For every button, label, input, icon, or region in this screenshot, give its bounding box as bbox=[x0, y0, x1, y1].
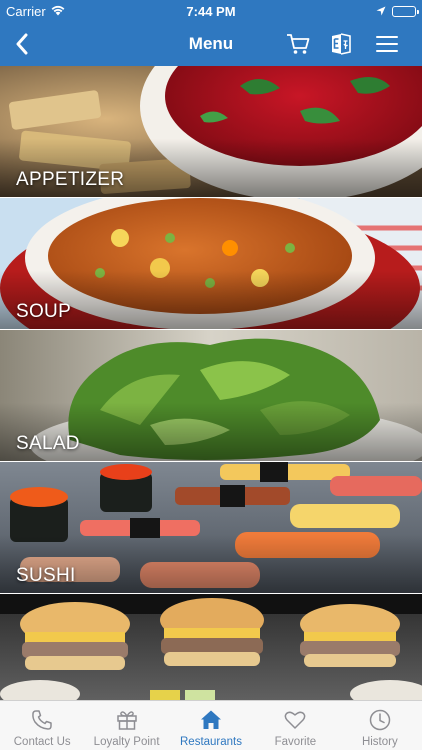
page-title: Menu bbox=[188, 34, 234, 53]
carrier-label: Carrier bbox=[6, 3, 46, 19]
clock-icon bbox=[368, 708, 392, 732]
tab-bar: Contact Us Loyalty Point Restaurants Fav… bbox=[0, 700, 422, 750]
category-burgers[interactable] bbox=[0, 594, 422, 700]
hamburger-menu-button[interactable] bbox=[372, 22, 402, 66]
tab-label: Restaurants bbox=[180, 736, 243, 748]
category-label: APPETIZER bbox=[16, 169, 125, 190]
tab-label: Loyalty Point bbox=[93, 736, 160, 748]
phone-icon bbox=[30, 708, 54, 732]
gift-icon bbox=[115, 708, 139, 732]
tab-favorite[interactable]: Favorite bbox=[253, 701, 337, 750]
tab-label: History bbox=[361, 736, 398, 748]
language-button[interactable] bbox=[326, 22, 356, 66]
tab-label: Favorite bbox=[274, 736, 317, 748]
hamburger-icon bbox=[376, 36, 398, 52]
battery-icon bbox=[392, 5, 419, 17]
category-soup[interactable]: SOUP bbox=[0, 198, 422, 330]
category-salad[interactable]: SALAD bbox=[0, 330, 422, 462]
nav-bar: Menu bbox=[0, 22, 422, 66]
tab-history[interactable]: History bbox=[338, 701, 422, 750]
cart-button[interactable] bbox=[282, 22, 314, 66]
status-bar: Carrier 7:44 PM bbox=[0, 0, 422, 22]
category-label: SUSHI bbox=[16, 565, 76, 586]
home-icon bbox=[199, 708, 223, 732]
category-appetizer[interactable]: APPETIZER bbox=[0, 66, 422, 198]
tab-contact-us[interactable]: Contact Us bbox=[0, 701, 84, 750]
category-label: SALAD bbox=[16, 433, 80, 454]
status-left: Carrier bbox=[6, 4, 65, 19]
category-label: SOUP bbox=[16, 301, 72, 322]
wifi-icon bbox=[51, 4, 65, 19]
cart-icon bbox=[287, 34, 310, 54]
menu-category-list: APPETIZER SOUP SALAD SUSHI bbox=[0, 66, 422, 700]
location-arrow-icon bbox=[376, 4, 386, 19]
back-button[interactable] bbox=[8, 22, 36, 66]
tab-label: Contact Us bbox=[13, 736, 71, 748]
chevron-left-icon bbox=[16, 33, 28, 55]
language-book-icon bbox=[332, 33, 351, 55]
tab-restaurants[interactable]: Restaurants bbox=[169, 701, 253, 750]
category-sushi[interactable]: SUSHI bbox=[0, 462, 422, 594]
heart-icon bbox=[283, 708, 307, 732]
tab-loyalty-point[interactable]: Loyalty Point bbox=[84, 701, 168, 750]
burger-photo bbox=[0, 594, 422, 700]
status-right bbox=[376, 4, 419, 19]
